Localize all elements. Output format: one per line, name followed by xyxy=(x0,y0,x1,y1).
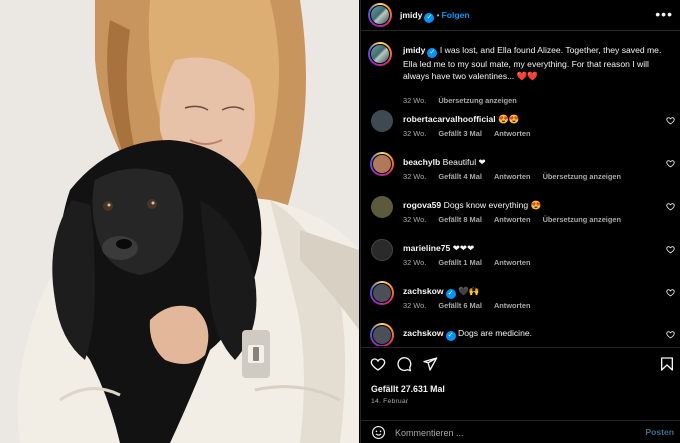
commenter-avatar[interactable] xyxy=(370,323,394,346)
comment-text: Beautiful ❤ xyxy=(442,157,486,167)
comment-meta: 32 Wo. Gefällt 4 Mal Antworten Übersetzu… xyxy=(403,172,631,181)
comment-username[interactable]: marieline75 xyxy=(403,243,450,253)
comment-text: ❤❤❤ xyxy=(452,243,475,253)
verified-badge-icon: ✓ xyxy=(427,48,438,58)
comment-username[interactable]: rogova59 xyxy=(403,200,441,210)
comment-username[interactable]: robertacarvalhoofficial xyxy=(403,114,496,124)
heart-icon[interactable] xyxy=(666,330,675,339)
post-comment-button[interactable]: Posten xyxy=(645,427,674,437)
comment-time: 32 Wo. xyxy=(403,258,427,267)
comment-text: Dogs know everything 😍 xyxy=(443,200,542,210)
comment-text-block: zachskow ✓ Dogs are medicine. xyxy=(403,327,659,341)
separator-dot: • xyxy=(436,10,440,20)
caption-text: I was lost, and Ella found Alizee. Toget… xyxy=(403,45,662,81)
comment-text: 😍😍 xyxy=(498,114,520,124)
caption-translate-link[interactable]: Übersetzung anzeigen xyxy=(438,96,516,105)
reply-button[interactable]: Antworten xyxy=(494,301,531,310)
caption-avatar-image xyxy=(370,44,390,64)
like-count[interactable]: Gefällt 27.631 Mal xyxy=(371,384,445,394)
comment-row: zachskow ✓ Dogs are medicine. xyxy=(361,323,680,346)
comment-row: marieline75 ❤❤❤ 32 Wo. Gefällt 1 Mal Ant… xyxy=(361,239,680,277)
comment-likes[interactable]: Gefällt 1 Mal xyxy=(438,258,482,267)
commenter-avatar[interactable] xyxy=(371,239,393,261)
verified-badge-icon: ✓ xyxy=(445,331,456,341)
commenter-avatar[interactable] xyxy=(371,110,393,132)
comment-time: 32 Wo. xyxy=(403,215,427,224)
commenter-avatar-image xyxy=(372,325,392,345)
post-detail-panel: jmidy ✓ • Folgen ••• jmidy ✓ I was lost, and… xyxy=(360,0,680,443)
comment-likes[interactable]: Gefällt 8 Mal xyxy=(438,215,482,224)
comment-time: 32 Wo. xyxy=(403,172,427,181)
heart-icon[interactable] xyxy=(666,245,675,254)
comment-meta: 32 Wo. Gefällt 6 Mal Antworten xyxy=(403,301,541,310)
comment-row: beachylb Beautiful ❤ 32 Wo. Gefällt 4 Ma… xyxy=(361,152,680,191)
comment-row: zachskow ✓ 🖤🙌 32 Wo. Gefällt 6 Mal Antwor… xyxy=(361,281,680,320)
reply-button[interactable]: Antworten xyxy=(494,129,531,138)
comment-username[interactable]: beachylb xyxy=(403,157,440,167)
comment-text-block: beachylb Beautiful ❤ xyxy=(403,156,659,168)
post-date[interactable]: 14. Februar xyxy=(371,398,408,405)
comment-input[interactable] xyxy=(395,424,625,442)
emoji-icon[interactable] xyxy=(371,425,386,440)
comment-likes[interactable]: Gefällt 3 Mal xyxy=(438,129,482,138)
caption-meta: 32 Wo. Übersetzung anzeigen xyxy=(403,96,527,105)
comment-composer: Posten xyxy=(361,420,680,443)
commenter-avatar[interactable] xyxy=(370,281,394,305)
caption-avatar[interactable] xyxy=(368,42,392,66)
comment-time: 32 Wo. xyxy=(403,129,427,138)
commenter-avatar[interactable] xyxy=(371,196,393,218)
reply-button[interactable]: Antworten xyxy=(494,258,531,267)
post-actions: Gefällt 27.631 Mal 14. Februar xyxy=(361,347,680,419)
comment-time: 32 Wo. xyxy=(403,301,427,310)
caption-username[interactable]: jmidy xyxy=(403,45,425,55)
comment-meta: 32 Wo. Gefällt 8 Mal Antworten Übersetzu… xyxy=(403,215,631,224)
translate-link[interactable]: Übersetzung anzeigen xyxy=(543,172,621,181)
comment-meta: 32 Wo. Gefällt 1 Mal Antworten xyxy=(403,258,541,267)
comment-text: Dogs are medicine. xyxy=(458,328,533,338)
comment-text: 🖤🙌 xyxy=(458,286,480,296)
comment-username[interactable]: zachskow xyxy=(403,286,444,296)
heart-icon[interactable] xyxy=(666,202,675,211)
header-author-line: jmidy ✓ • Folgen xyxy=(400,10,470,23)
heart-icon[interactable] xyxy=(370,356,386,372)
commenter-avatar[interactable] xyxy=(370,152,394,176)
comment-likes[interactable]: Gefällt 6 Mal xyxy=(438,301,482,310)
author-avatar-image xyxy=(370,5,390,25)
commenter-avatar-image xyxy=(372,154,392,174)
post-image[interactable] xyxy=(0,0,359,443)
caption-text-block: jmidy ✓ I was lost, and Ella found Alizee… xyxy=(403,44,665,82)
translate-link[interactable]: Übersetzung anzeigen xyxy=(543,215,621,224)
commenter-avatar-image xyxy=(372,283,392,303)
comment-likes[interactable]: Gefällt 4 Mal xyxy=(438,172,482,181)
comment-text-block: robertacarvalhoofficial 😍😍 xyxy=(403,113,659,125)
heart-icon[interactable] xyxy=(666,288,675,297)
comment-text-block: zachskow ✓ 🖤🙌 xyxy=(403,285,659,299)
comment-row: rogova59 Dogs know everything 😍 32 Wo. G… xyxy=(361,196,680,234)
comment-username[interactable]: zachskow xyxy=(403,328,444,338)
verified-badge-icon: ✓ xyxy=(445,289,456,299)
follow-button[interactable]: Folgen xyxy=(441,10,469,20)
heart-icon[interactable] xyxy=(666,116,675,125)
comment-icon[interactable] xyxy=(396,356,412,372)
comment-text-block: rogova59 Dogs know everything 😍 xyxy=(403,199,659,211)
comment-text-block: marieline75 ❤❤❤ xyxy=(403,242,659,254)
author-avatar[interactable] xyxy=(368,3,392,27)
reply-button[interactable]: Antworten xyxy=(494,172,531,181)
post-photo-illustration xyxy=(0,0,359,443)
share-icon[interactable] xyxy=(422,356,438,372)
comment-row: robertacarvalhoofficial 😍😍 32 Wo. Gefäll… xyxy=(361,110,680,148)
bookmark-icon[interactable] xyxy=(659,356,675,372)
caption-time: 32 Wo. xyxy=(403,96,427,105)
reply-button[interactable]: Antworten xyxy=(494,215,531,224)
heart-icon[interactable] xyxy=(666,159,675,168)
comment-meta: 32 Wo. Gefällt 3 Mal Antworten xyxy=(403,129,541,138)
author-username[interactable]: jmidy xyxy=(400,10,422,20)
post-header: jmidy ✓ • Folgen ••• xyxy=(361,0,680,31)
verified-badge-icon: ✓ xyxy=(424,13,435,23)
caption-row: jmidy ✓ I was lost, and Ella found Alizee… xyxy=(361,42,680,106)
more-options-icon[interactable]: ••• xyxy=(655,6,673,22)
comments-list[interactable]: jmidy ✓ I was lost, and Ella found Alizee… xyxy=(361,32,680,346)
